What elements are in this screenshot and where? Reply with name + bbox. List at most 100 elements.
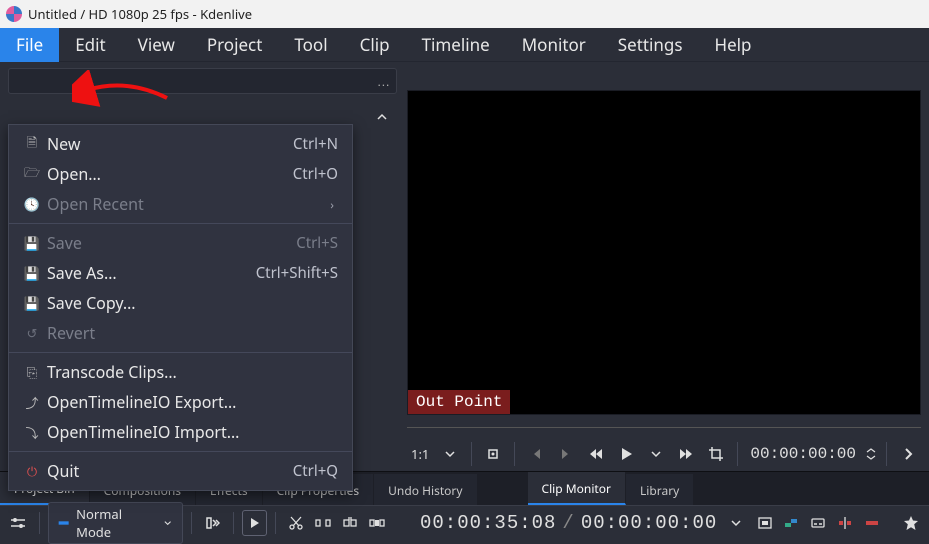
- menu-shortcut: Ctrl+O: [293, 164, 338, 184]
- menu-settings[interactable]: Settings: [602, 28, 699, 62]
- mix-clips-button[interactable]: [779, 510, 804, 536]
- menu-item-opentimelineio-export[interactable]: ⤴OpenTimelineIO Export…: [9, 387, 352, 417]
- menu-clip[interactable]: Clip: [344, 28, 406, 62]
- menu-view[interactable]: View: [122, 28, 191, 62]
- crop-button[interactable]: [703, 441, 729, 467]
- menu-item-label: Transcode Clips…: [47, 361, 338, 383]
- separator: [886, 442, 887, 466]
- menu-separator: [9, 352, 352, 353]
- forward-button[interactable]: [673, 441, 699, 467]
- menu-item-label: Save: [47, 232, 296, 254]
- favorite-button[interactable]: [898, 510, 923, 536]
- menu-timeline[interactable]: Timeline: [406, 28, 506, 62]
- timeline-play-button[interactable]: [242, 510, 267, 536]
- titlebar: Untitled / HD 1080p 25 fps - Kdenlive: [0, 0, 929, 28]
- menu-item-label: Quit: [47, 460, 293, 482]
- menu-separator: [9, 451, 352, 452]
- menu-shortcut: Ctrl+N: [293, 134, 338, 154]
- chevron-down-icon[interactable]: [643, 441, 669, 467]
- window-title: Untitled / HD 1080p 25 fps - Kdenlive: [28, 5, 252, 23]
- collapse-toggle[interactable]: [369, 104, 395, 130]
- chevron-down-icon[interactable]: [437, 441, 463, 467]
- menu-item-transcode-clips[interactable]: ⎘Transcode Clips…: [9, 357, 352, 387]
- menu-item-new[interactable]: 🗎 NewCtrl+N: [9, 129, 352, 159]
- menu-item-save-copy[interactable]: 💾 Save Copy…: [9, 288, 352, 318]
- quit-icon: ⏻: [23, 463, 41, 479]
- menu-item-label: Save As…: [47, 262, 256, 284]
- menu-item-label: Revert: [47, 322, 338, 344]
- file-menu-dropdown: 🗎NewCtrl+N🗁Open…Ctrl+O🕓Open Recent›💾Save…: [8, 124, 353, 491]
- tool-sync-button[interactable]: [200, 510, 225, 536]
- menu-item-open[interactable]: 🗁 Open…Ctrl+O: [9, 159, 352, 189]
- menu-shortcut: Ctrl+Shift+S: [256, 263, 338, 283]
- menu-file[interactable]: File: [0, 28, 59, 62]
- more-options-button[interactable]: [895, 441, 921, 467]
- extract-zone-button[interactable]: [310, 510, 335, 536]
- separator: [233, 512, 234, 534]
- tab-clip-monitor[interactable]: Clip Monitor: [528, 472, 626, 505]
- set-in-point-button[interactable]: [480, 441, 506, 467]
- track-settings-button[interactable]: [6, 510, 31, 536]
- menu-item-label: Open…: [47, 163, 293, 185]
- separator: [275, 512, 276, 534]
- timecode-spinner[interactable]: [864, 441, 878, 467]
- menu-item-label: OpenTimelineIO Import…: [47, 421, 338, 443]
- menu-separator: [9, 223, 352, 224]
- tab-library[interactable]: Library: [626, 474, 694, 505]
- menu-item-label: OpenTimelineIO Export…: [47, 391, 338, 413]
- menu-monitor[interactable]: Monitor: [506, 28, 602, 62]
- menu-help[interactable]: Help: [698, 28, 767, 62]
- separator: [514, 442, 515, 466]
- menu-item-label: Open Recent: [47, 193, 330, 215]
- menu-item-opentimelineio-import[interactable]: ⤵OpenTimelineIO Import…: [9, 417, 352, 447]
- bin-search-input[interactable]: [8, 68, 397, 94]
- menu-tool[interactable]: Tool: [278, 28, 343, 62]
- history-icon: 🕓: [23, 196, 41, 212]
- chevron-down-icon[interactable]: [723, 510, 748, 536]
- menubar: File Edit View Project Tool Clip Timelin…: [0, 28, 929, 62]
- lift-zone-button[interactable]: [337, 510, 362, 536]
- insert-zone-button[interactable]: [833, 510, 858, 536]
- monitor-scale-label[interactable]: 1:1: [407, 441, 433, 467]
- edit-mode-selector[interactable]: Normal Mode: [48, 502, 183, 544]
- menu-shortcut: Ctrl+Q: [293, 461, 338, 481]
- menu-item-quit[interactable]: ⏻ QuitCtrl+Q: [9, 456, 352, 486]
- menu-shortcut: Ctrl+S: [296, 233, 338, 253]
- separator: [471, 442, 472, 466]
- monitor-timeline-ruler[interactable]: [407, 419, 921, 437]
- menu-item-label: Save Copy…: [47, 292, 338, 314]
- menu-item-revert: ↺ Revert: [9, 318, 352, 348]
- save-as-icon: 💾: [23, 265, 41, 281]
- folder-open-icon: 🗁: [23, 166, 41, 182]
- menu-item-label: New: [47, 133, 293, 155]
- overwrite-clip-button[interactable]: [860, 510, 885, 536]
- goto-end-button[interactable]: [553, 441, 579, 467]
- timeline-position[interactable]: 00:00:35:08/00:00:00:00: [416, 512, 721, 534]
- separator: [737, 442, 738, 466]
- cut-button[interactable]: [284, 510, 309, 536]
- monitor-timecode[interactable]: 00:00:00:00: [746, 445, 860, 463]
- rewind-button[interactable]: [583, 441, 609, 467]
- monitor-viewport: Out Point: [407, 90, 921, 415]
- revert-icon: ↺: [23, 325, 41, 341]
- zone-in-button[interactable]: [752, 510, 777, 536]
- timeline-toolbar: Normal Mode 00:00:35:08/00:00:00:00: [0, 505, 929, 539]
- tab-undo-history[interactable]: Undo History: [374, 474, 477, 505]
- menu-project[interactable]: Project: [191, 28, 279, 62]
- separator: [191, 512, 192, 534]
- file-new-icon: 🗎: [23, 136, 41, 152]
- menu-item-save-as[interactable]: 💾 Save As…Ctrl+Shift+S: [9, 258, 352, 288]
- chevron-right-icon: ›: [330, 196, 338, 213]
- menu-item-open-recent: 🕓 Open Recent›: [9, 189, 352, 219]
- menu-edit[interactable]: Edit: [59, 28, 121, 62]
- goto-start-button[interactable]: [523, 441, 549, 467]
- app-logo-icon: [6, 6, 22, 22]
- out-point-label: Out Point: [408, 390, 510, 414]
- edit-mode-label: Normal Mode: [76, 505, 156, 541]
- copy-icon: 💾: [23, 295, 41, 311]
- subtitles-button[interactable]: [806, 510, 831, 536]
- overwrite-zone-button[interactable]: [364, 510, 389, 536]
- menu-item-save: 💾SaveCtrl+S: [9, 228, 352, 258]
- play-button[interactable]: [613, 441, 639, 467]
- clip-monitor-panel: Out Point 1:1 00:00:00:00: [405, 62, 929, 471]
